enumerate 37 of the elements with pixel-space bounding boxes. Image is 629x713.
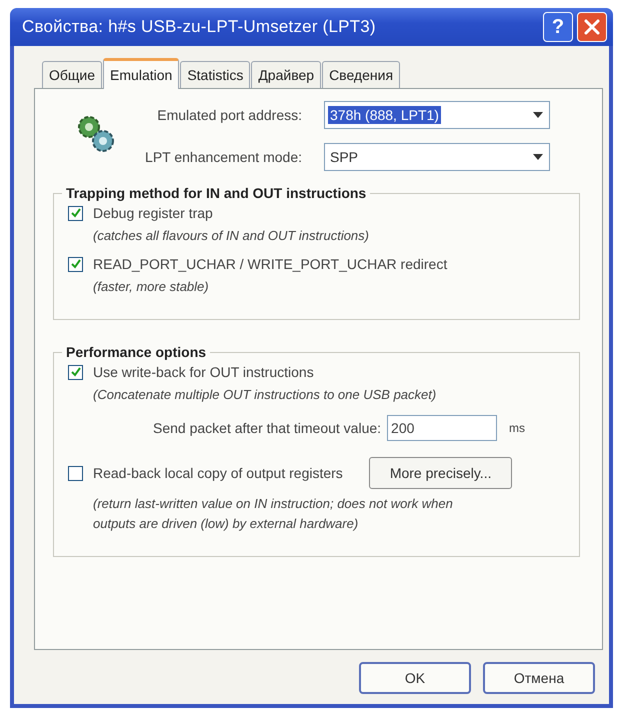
dropdown[interactable]: SPP — [324, 143, 550, 171]
tab[interactable]: Statistics — [180, 61, 250, 88]
checkbox-label: READ_PORT_UCHAR / WRITE_PORT_UCHAR redirect — [93, 256, 448, 272]
hint-text: (return last-written value on IN instruction; does not work when outputs are driven (low) by external hardware) — [93, 495, 454, 533]
setting-label: Emulated port address: — [156, 107, 302, 123]
dialog-button[interactable]: OK — [359, 662, 471, 694]
group-title: Trapping method for IN and OUT instructions — [65, 185, 368, 201]
checkbox-label: Read-back local copy of output registers — [93, 465, 343, 481]
hint-text: (Concatenate multiple OUT instructions to one USB packet) — [93, 386, 438, 404]
more-button[interactable]: More precisely... — [368, 457, 512, 489]
checkbox[interactable] — [68, 466, 83, 480]
checkbox[interactable] — [68, 206, 83, 220]
checkbox[interactable] — [68, 364, 83, 380]
setting-label: LPT enhancement mode: — [144, 149, 302, 165]
tab[interactable]: Emulation — [103, 58, 180, 89]
help-button[interactable]: ? — [543, 12, 573, 42]
unit-label: ms — [509, 421, 526, 435]
tab[interactable]: Драйвер — [251, 61, 322, 88]
caret-icon — [533, 112, 543, 118]
hint-text: (faster, more stable) — [93, 278, 210, 296]
group-title: Performance options — [65, 344, 208, 360]
timeout-field[interactable]: 200 — [387, 415, 498, 441]
dropdown[interactable]: 378h (888, LPT1) — [324, 101, 550, 129]
caret-icon — [533, 154, 543, 160]
dialog-button[interactable]: Отмена — [483, 662, 595, 694]
hint-text: (catches all flavours of IN and OUT instructions) — [93, 227, 370, 245]
dropdown-value: 378h (888, LPT1) — [328, 106, 441, 124]
tab[interactable]: Сведения — [322, 61, 400, 88]
dropdown-value: SPP — [329, 148, 360, 166]
window-title: Свойства: h#s USB-zu-LPT-Umsetzer (LPT3) — [22, 17, 377, 37]
timeout-label: Send packet after that timeout value: — [153, 420, 382, 436]
close-icon — [583, 18, 601, 36]
close-button[interactable] — [577, 12, 607, 42]
tab[interactable]: Общие — [42, 61, 102, 88]
checkbox-label: Debug register trap — [93, 205, 213, 221]
checkbox-label: Use write-back for OUT instructions — [93, 364, 314, 380]
checkbox[interactable] — [68, 256, 83, 272]
